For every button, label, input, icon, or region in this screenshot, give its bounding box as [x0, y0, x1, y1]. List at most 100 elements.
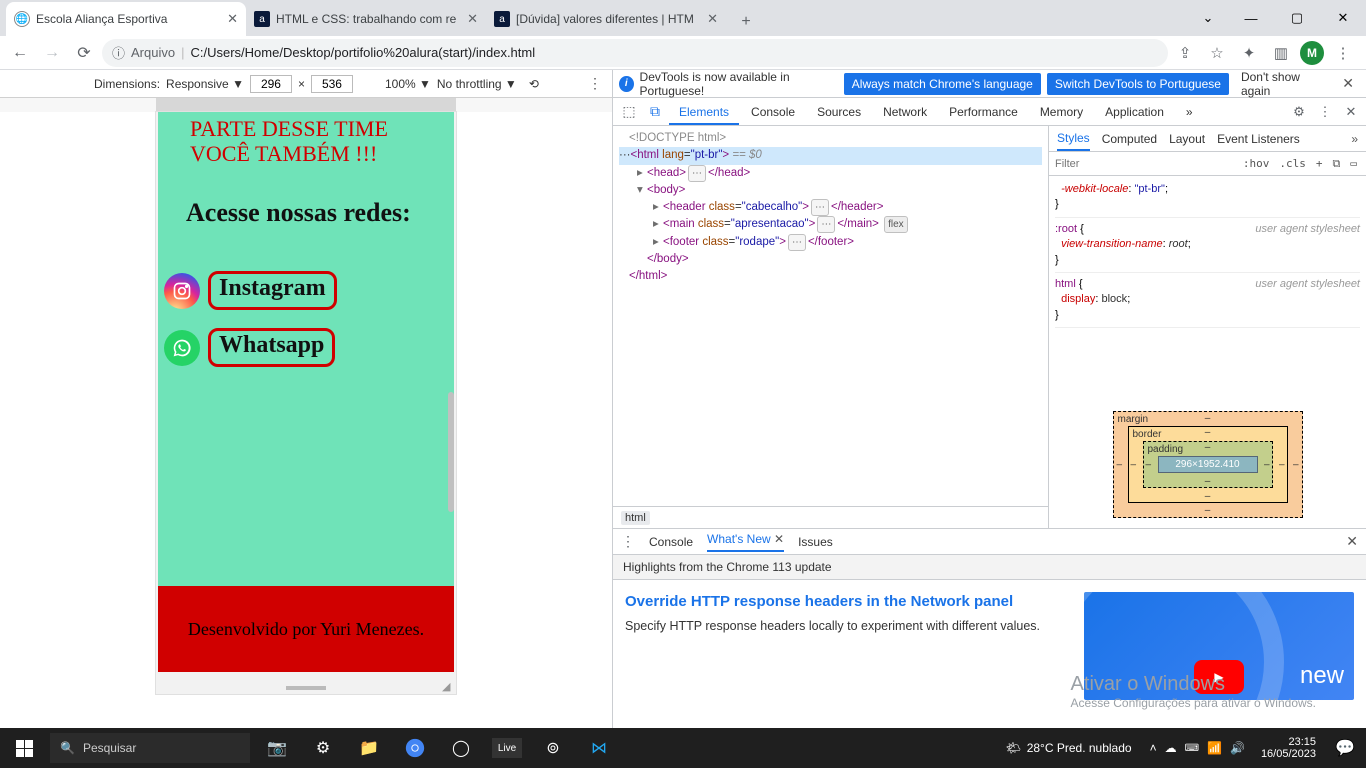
- tab-close-icon[interactable]: ✕: [227, 11, 238, 27]
- computed-toggle-icon[interactable]: ▭: [1347, 157, 1360, 170]
- star-icon[interactable]: ☆: [1204, 40, 1230, 66]
- explorer-icon[interactable]: 📁: [346, 728, 392, 768]
- main-node[interactable]: ▸<main class="apresentacao">⋯</main> fle…: [619, 216, 1042, 233]
- minimize-button[interactable]: ―: [1228, 2, 1274, 34]
- chevron-down-icon[interactable]: ⌄: [1188, 2, 1228, 34]
- instagram-link[interactable]: Instagram: [208, 271, 337, 310]
- new-tab-button[interactable]: +: [732, 8, 760, 36]
- drawer-menu-icon[interactable]: ⋮: [621, 533, 635, 550]
- taskbar-weather[interactable]: 🌤 28°C Pred. nublado: [995, 741, 1141, 755]
- tabs-more-icon[interactable]: »: [1351, 132, 1358, 146]
- html-node[interactable]: ···<html lang="pt-br"> == $0: [619, 147, 1042, 164]
- app-icon-2[interactable]: ⊚: [530, 728, 576, 768]
- settings-icon[interactable]: ⚙: [300, 728, 346, 768]
- drawer-close-icon[interactable]: ✕: [1346, 533, 1358, 550]
- drawer-tab-whatsnew[interactable]: What's New ✕: [707, 532, 784, 552]
- app-icon[interactable]: ◯: [438, 728, 484, 768]
- share-icon[interactable]: ⇪: [1172, 40, 1198, 66]
- match-language-button[interactable]: Always match Chrome's language: [844, 73, 1041, 95]
- dont-show-button[interactable]: Don't show again: [1235, 70, 1330, 98]
- close-icon[interactable]: ✕: [1336, 75, 1360, 92]
- dom-tree[interactable]: <!DOCTYPE html> ···<html lang="pt-br"> =…: [613, 126, 1048, 506]
- resize-handle[interactable]: [286, 686, 326, 690]
- tab-close-icon[interactable]: ✕: [707, 11, 718, 27]
- footer-node[interactable]: ▸<footer class="rodape">⋯</footer>: [619, 234, 1042, 251]
- box-content: 296×1952.410: [1158, 456, 1258, 473]
- address-bar[interactable]: ⓘ Arquivo | C:/Users/Home/Desktop/portif…: [102, 39, 1168, 67]
- rotate-icon[interactable]: ⟲: [529, 77, 539, 91]
- width-input[interactable]: [250, 75, 292, 93]
- throttle-select[interactable]: No throttling ▼: [437, 77, 517, 91]
- tab-styles[interactable]: Styles: [1057, 127, 1090, 151]
- kebab-icon[interactable]: ⋮: [1314, 104, 1336, 120]
- device-mode-select[interactable]: Responsive ▼: [166, 77, 244, 91]
- head-node[interactable]: ▸<head>⋯</head>: [619, 165, 1042, 182]
- close-icon[interactable]: ✕: [774, 532, 784, 546]
- tab-memory[interactable]: Memory: [1030, 99, 1093, 125]
- volume-icon[interactable]: 🔊: [1230, 741, 1245, 755]
- copy-icon[interactable]: ⧉: [1330, 157, 1344, 171]
- cls-button[interactable]: .cls: [1276, 157, 1309, 170]
- tab-elements[interactable]: Elements: [669, 99, 739, 125]
- header-node[interactable]: ▸<header class="cabecalho">⋯</header>: [619, 199, 1042, 216]
- zoom-select[interactable]: 100% ▼: [385, 77, 431, 91]
- tab-performance[interactable]: Performance: [939, 99, 1028, 125]
- scrollbar[interactable]: [448, 392, 454, 512]
- system-tray[interactable]: ˄ ☁ ⌨ 📶 🔊: [1142, 741, 1253, 755]
- tab-sources[interactable]: Sources: [807, 99, 871, 125]
- body-node[interactable]: ▾<body>: [619, 182, 1042, 199]
- more-icon[interactable]: ⋮: [588, 75, 604, 92]
- height-input[interactable]: [311, 75, 353, 93]
- tab-console[interactable]: Console: [741, 99, 805, 125]
- window-controls: ⌄ ― ▢ ✕: [1188, 0, 1366, 36]
- onedrive-icon[interactable]: ☁: [1165, 741, 1177, 755]
- taskbar-search[interactable]: 🔍Pesquisar: [50, 733, 250, 763]
- tab-event-listeners[interactable]: Event Listeners: [1217, 128, 1300, 150]
- maximize-button[interactable]: ▢: [1274, 2, 1320, 34]
- add-rule-icon[interactable]: +: [1313, 157, 1326, 170]
- tabs-more-icon[interactable]: »: [1176, 99, 1203, 125]
- styles-filter-input[interactable]: [1055, 158, 1236, 170]
- toolbar-right: ⇪ ☆ ✦ ▥ M ⋮: [1172, 40, 1360, 66]
- live-icon[interactable]: Live: [492, 738, 522, 758]
- tab-network[interactable]: Network: [873, 99, 937, 125]
- taskbar-clock[interactable]: 23:15 16/05/2023: [1253, 736, 1324, 760]
- close-button[interactable]: ✕: [1320, 2, 1366, 34]
- reload-button[interactable]: ⟳: [70, 39, 98, 67]
- tab-application[interactable]: Application: [1095, 99, 1174, 125]
- tab-close-icon[interactable]: ✕: [467, 11, 478, 27]
- box-model[interactable]: margin – – – – border – – – – padding – …: [1049, 401, 1366, 528]
- resize-corner-icon[interactable]: ◢: [442, 680, 454, 692]
- device-toggle-icon[interactable]: ⧉: [643, 103, 667, 120]
- switch-language-button[interactable]: Switch DevTools to Portuguese: [1047, 73, 1229, 95]
- whatsapp-link[interactable]: Whatsapp: [208, 328, 335, 367]
- drawer-tab-console[interactable]: Console: [649, 535, 693, 549]
- notifications-icon[interactable]: 💬: [1324, 728, 1366, 768]
- tab-3[interactable]: a [Dúvida] valores diferentes | HTM ✕: [486, 2, 726, 36]
- devtools-close-icon[interactable]: ✕: [1340, 104, 1362, 120]
- language-icon[interactable]: ⌨: [1185, 743, 1199, 754]
- settings-icon[interactable]: ⚙: [1288, 104, 1310, 120]
- back-button[interactable]: ←: [6, 39, 34, 67]
- start-button[interactable]: [0, 728, 48, 768]
- tab-1[interactable]: 🌐 Escola Aliança Esportiva ✕: [6, 2, 246, 36]
- tab-layout[interactable]: Layout: [1169, 128, 1205, 150]
- inspect-icon[interactable]: ⬚: [617, 103, 641, 120]
- css-rules[interactable]: -webkit-locale: "pt-br";} user agent sty…: [1049, 176, 1366, 401]
- camera-icon[interactable]: 📷: [254, 728, 300, 768]
- wifi-icon[interactable]: 📶: [1207, 741, 1222, 755]
- whatsnew-card-title[interactable]: Override HTTP response headers in the Ne…: [625, 592, 1070, 612]
- tab-2[interactable]: a HTML e CSS: trabalhando com re ✕: [246, 2, 486, 36]
- chevron-up-icon[interactable]: ˄: [1150, 741, 1157, 755]
- profile-avatar[interactable]: M: [1300, 41, 1324, 65]
- drawer-tab-issues[interactable]: Issues: [798, 535, 833, 549]
- extensions-icon[interactable]: ✦: [1236, 40, 1262, 66]
- vscode-icon[interactable]: ⋈: [576, 728, 622, 768]
- chrome-icon[interactable]: [392, 728, 438, 768]
- breadcrumb[interactable]: html: [613, 506, 1048, 528]
- menu-icon[interactable]: ⋮: [1330, 40, 1356, 66]
- forward-button[interactable]: →: [38, 39, 66, 67]
- sidepanel-icon[interactable]: ▥: [1268, 40, 1294, 66]
- tab-computed[interactable]: Computed: [1102, 128, 1157, 150]
- hov-button[interactable]: :hov: [1240, 157, 1273, 170]
